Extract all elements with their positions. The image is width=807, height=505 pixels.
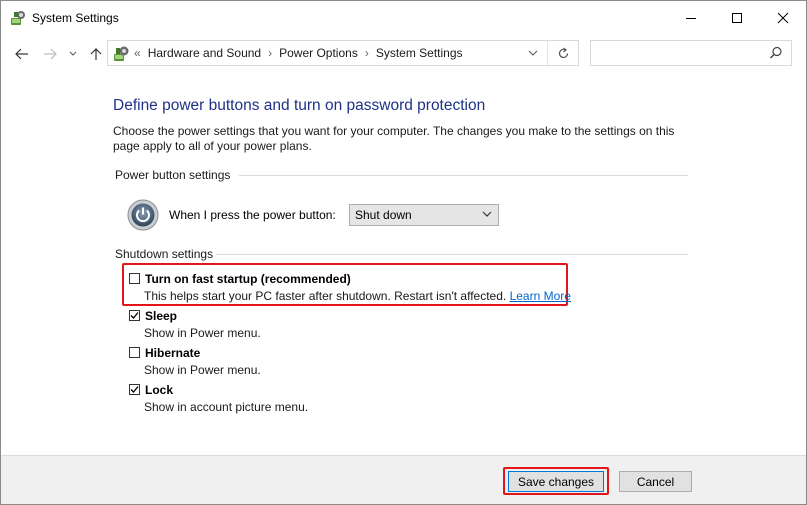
address-history-button[interactable] [518, 41, 548, 65]
close-icon [777, 12, 789, 24]
chevron-down-icon [482, 211, 492, 217]
recent-locations-button[interactable] [67, 46, 79, 62]
search-input[interactable] [595, 44, 759, 64]
power-button-action-value: Shut down [355, 208, 412, 222]
minimize-button[interactable] [668, 1, 714, 35]
search-icon[interactable] [769, 46, 783, 60]
hibernate-label: Hibernate [145, 346, 201, 360]
title-bar: System Settings [1, 1, 806, 35]
up-arrow-icon [90, 48, 102, 60]
checkmark-icon [130, 386, 139, 393]
save-changes-button[interactable]: Save changes [508, 471, 604, 492]
group-divider [239, 175, 688, 176]
fast-startup-label: Turn on fast startup (recommended) [145, 272, 351, 286]
refresh-icon [558, 47, 568, 58]
maximize-icon [732, 13, 742, 23]
learn-more-link[interactable]: Learn More [510, 289, 571, 303]
power-options-app-icon [10, 10, 26, 26]
sleep-label: Sleep [145, 309, 178, 323]
back-arrow-icon [15, 48, 28, 60]
minimize-icon [686, 18, 696, 19]
page-description: Choose the power settings that you want … [113, 124, 675, 153]
hibernate-checkbox[interactable] [129, 347, 140, 358]
chevron-down-icon [69, 51, 77, 56]
hibernate-description: Show in Power menu. [144, 363, 261, 377]
breadcrumb-power-options[interactable]: Power Options [279, 46, 358, 60]
power-button-icon [127, 199, 159, 231]
up-button[interactable] [88, 46, 104, 62]
breadcrumb: « Hardware and Sound › Power Options › S… [134, 41, 463, 65]
system-settings-window: System Settings « Hardware and Sound › P… [0, 0, 807, 505]
control-panel-icon [112, 45, 130, 63]
sleep-description: Show in Power menu. [144, 326, 261, 340]
power-button-action-select[interactable]: Shut down [349, 204, 499, 226]
footer-bar: Save changes Cancel [1, 455, 806, 504]
lock-description: Show in account picture menu. [144, 400, 309, 414]
sleep-checkbox[interactable] [129, 310, 140, 321]
main-content: Define power buttons and turn on passwor… [1, 77, 806, 455]
lock-checkbox[interactable] [129, 384, 140, 395]
power-button-settings-title: Power button settings [115, 168, 231, 182]
breadcrumb-overflow-icon[interactable]: « [134, 46, 141, 60]
group-divider [216, 254, 688, 255]
page-title: Define power buttons and turn on passwor… [113, 97, 486, 114]
power-button-action-label: When I press the power button: [169, 208, 336, 222]
shutdown-settings-title: Shutdown settings [115, 247, 214, 261]
back-button[interactable] [14, 46, 30, 62]
chevron-down-icon [528, 50, 538, 56]
maximize-button[interactable] [714, 1, 760, 35]
checkmark-icon [130, 312, 139, 319]
search-box[interactable] [590, 40, 792, 66]
close-button[interactable] [760, 1, 806, 35]
forward-button[interactable] [42, 46, 58, 62]
fast-startup-description: This helps start your PC faster after sh… [144, 289, 571, 303]
address-bar[interactable]: « Hardware and Sound › Power Options › S… [107, 40, 579, 66]
breadcrumb-hardware-and-sound[interactable]: Hardware and Sound [148, 46, 261, 60]
fast-startup-description-text: This helps start your PC faster after sh… [144, 289, 507, 303]
lock-label: Lock [145, 383, 174, 397]
window-title: System Settings [32, 11, 119, 25]
cancel-button[interactable]: Cancel [619, 471, 692, 492]
breadcrumb-separator-icon[interactable]: › [365, 46, 369, 60]
fast-startup-checkbox[interactable] [129, 273, 140, 284]
forward-arrow-icon [44, 48, 57, 60]
breadcrumb-system-settings[interactable]: System Settings [376, 46, 463, 60]
breadcrumb-separator-icon[interactable]: › [268, 46, 272, 60]
refresh-button[interactable] [547, 41, 578, 65]
